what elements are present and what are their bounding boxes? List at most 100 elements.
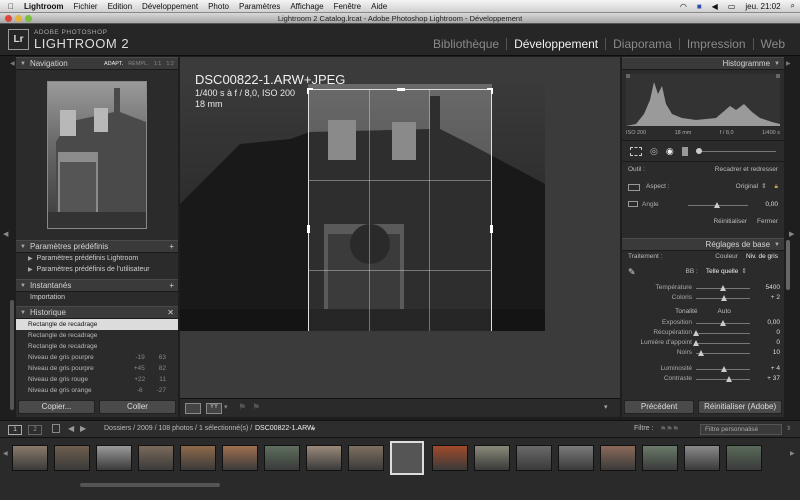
preset-folder-user[interactable]: ▶ Paramètres prédéfinis de l'utilisateur	[16, 264, 178, 275]
angle-value[interactable]: 0,00	[750, 200, 778, 210]
filmstrip-right-arrow-icon[interactable]: ▶	[790, 450, 795, 457]
treatment-grayscale[interactable]: Niv. de gris	[746, 251, 778, 263]
filmstrip-thumbnail[interactable]	[222, 445, 258, 471]
window-1-button[interactable]: 1	[8, 425, 22, 435]
photo-area[interactable]	[180, 84, 545, 331]
slider-value[interactable]: + 4	[752, 364, 780, 374]
develop-slider-lumière-d-appoint[interactable]: Lumière d'appoint 0	[626, 338, 780, 348]
add-snapshot-icon[interactable]: +	[169, 281, 174, 290]
add-preset-icon[interactable]: +	[169, 242, 174, 251]
paste-button[interactable]: Coller	[99, 400, 176, 414]
slider-track[interactable]	[696, 379, 750, 380]
apple-menu-icon[interactable]: 	[0, 2, 19, 11]
navigator-header[interactable]: ▼ Navigation ADAPT. REMPL. 1:1 1:2	[16, 57, 178, 70]
flag-reject-icon[interactable]: ⚑	[252, 402, 260, 413]
filmstrip-thumbnail[interactable]	[12, 445, 48, 471]
flag-icon[interactable]: ■	[692, 2, 707, 11]
collapse-triangle-icon[interactable]: ▼	[20, 61, 26, 67]
develop-slider-température[interactable]: Température 5400	[626, 283, 780, 293]
back-arrow-icon[interactable]: ◀	[68, 424, 74, 433]
histogram-graph[interactable]	[626, 74, 780, 126]
module-developpement[interactable]: Développement	[506, 38, 605, 50]
slider-knob-icon[interactable]	[720, 320, 726, 326]
slider-knob-icon[interactable]	[720, 285, 726, 291]
histogram-header[interactable]: Histogramme ▼	[622, 57, 784, 70]
right-panel-arrow-icon[interactable]: ▶	[786, 60, 791, 67]
previous-button[interactable]: Précédent	[624, 400, 695, 414]
battery-icon[interactable]: ▭	[723, 2, 741, 11]
spot-removal-icon[interactable]: ◎	[650, 146, 658, 157]
wifi-icon[interactable]: ◠	[675, 2, 692, 11]
menu-photo[interactable]: Photo	[203, 2, 234, 11]
crop-handle-left[interactable]	[307, 225, 310, 233]
slider-value[interactable]: 0	[752, 338, 780, 348]
straighten-tool-icon[interactable]	[628, 201, 638, 207]
right-panel-scrollbar[interactable]	[786, 240, 790, 290]
develop-slider-noirs[interactable]: Noirs 10	[626, 348, 780, 358]
close-window-icon[interactable]	[5, 15, 12, 22]
crop-frame[interactable]	[307, 88, 493, 331]
slider-track[interactable]	[696, 333, 750, 334]
window-2-button[interactable]: 2	[28, 425, 42, 435]
before-after-icon[interactable]: YY	[206, 403, 222, 414]
right-panel-toggle-icon[interactable]: ▶	[789, 230, 794, 238]
filmstrip-thumbnail[interactable]	[558, 445, 594, 471]
wb-chevron-icon[interactable]: ⇕	[741, 265, 746, 279]
clear-history-icon[interactable]: ✕	[167, 308, 174, 317]
develop-slider-contraste[interactable]: Contraste + 37	[626, 374, 780, 384]
treatment-color[interactable]: Couleur	[715, 251, 738, 263]
zoom-fill[interactable]: REMPL.	[128, 61, 148, 67]
slider-knob-icon[interactable]	[693, 340, 699, 346]
slider-knob-icon[interactable]	[698, 350, 705, 356]
slider-knob-icon[interactable]	[693, 330, 699, 336]
navigator-thumbnail[interactable]	[47, 81, 147, 229]
crop-handle-right[interactable]	[490, 225, 493, 233]
filmstrip-left-arrow-icon[interactable]: ◀	[3, 450, 8, 457]
filmstrip-thumbnail[interactable]	[390, 441, 424, 475]
menu-parametres[interactable]: Paramètres	[234, 2, 285, 11]
presets-header[interactable]: ▼ Paramètres prédéfinis +	[16, 240, 178, 253]
filmstrip-thumbnail[interactable]	[180, 445, 216, 471]
slider-track[interactable]	[696, 343, 750, 344]
reset-adobe-button[interactable]: Réinitialiser (Adobe)	[698, 400, 782, 414]
menu-edition[interactable]: Edition	[103, 2, 137, 11]
develop-slider-luminosité[interactable]: Luminosité + 4	[626, 364, 780, 374]
left-panel-scrollbar[interactable]	[10, 300, 14, 410]
forward-arrow-icon[interactable]: ▶	[80, 424, 86, 433]
module-bibliotheque[interactable]: Bibliothèque	[426, 38, 506, 50]
develop-slider-exposition[interactable]: Exposition 0,00	[626, 318, 780, 328]
shadow-clip-indicator[interactable]	[626, 74, 630, 78]
filmstrip-thumbnail[interactable]	[642, 445, 678, 471]
crop-handle-tl[interactable]	[307, 88, 313, 94]
angle-slider[interactable]: Angle 0,00	[628, 200, 778, 210]
filter-dropdown[interactable]: Filtre personnalisé	[700, 424, 782, 435]
aspect-dropdown[interactable]: Original	[736, 180, 758, 194]
wb-dropdown[interactable]: Telle quelle	[706, 265, 739, 279]
filmstrip-thumbnail[interactable]	[306, 445, 342, 471]
crop-tool-icon[interactable]	[630, 146, 642, 156]
highlight-clip-indicator[interactable]	[776, 74, 780, 78]
history-header[interactable]: ▼ Historique ✕	[16, 306, 178, 319]
history-item[interactable]: Niveau de gris pourpre -19 63	[16, 352, 178, 363]
slider-value[interactable]: + 37	[752, 374, 780, 384]
slider-value[interactable]: 10	[752, 348, 780, 358]
filmstrip-thumbnail[interactable]	[138, 445, 174, 471]
filter-chevron-icon[interactable]: ⇕	[786, 425, 791, 432]
clock[interactable]: jeu. 21:02	[740, 2, 785, 11]
tone-auto-button[interactable]: Auto	[718, 306, 731, 318]
slider-value[interactable]: 0	[752, 328, 780, 338]
before-after-dropdown-icon[interactable]: ▾	[224, 403, 228, 411]
filmstrip-thumbnail[interactable]	[726, 445, 762, 471]
copy-button[interactable]: Copier...	[18, 400, 95, 414]
menu-fenetre[interactable]: Fenêtre	[329, 2, 367, 11]
history-item[interactable]: Rectangle de recadrage	[16, 341, 178, 352]
volume-icon[interactable]: ◀	[707, 2, 723, 11]
filmstrip-path[interactable]: Dossiers / 2009 / 108 photos / 1 sélecti…	[104, 425, 252, 432]
filter-flag-icon[interactable]: ⚑⚑⚑	[660, 425, 679, 433]
slider-value[interactable]: 5400	[752, 283, 780, 293]
develop-slider-coloris[interactable]: Coloris + 2	[626, 293, 780, 303]
history-item[interactable]: Rectangle de recadrage	[16, 319, 178, 330]
zoom-window-icon[interactable]	[25, 15, 32, 22]
graduated-filter-icon[interactable]	[681, 146, 688, 156]
left-panel-toggle-icon[interactable]: ◀	[3, 230, 8, 238]
